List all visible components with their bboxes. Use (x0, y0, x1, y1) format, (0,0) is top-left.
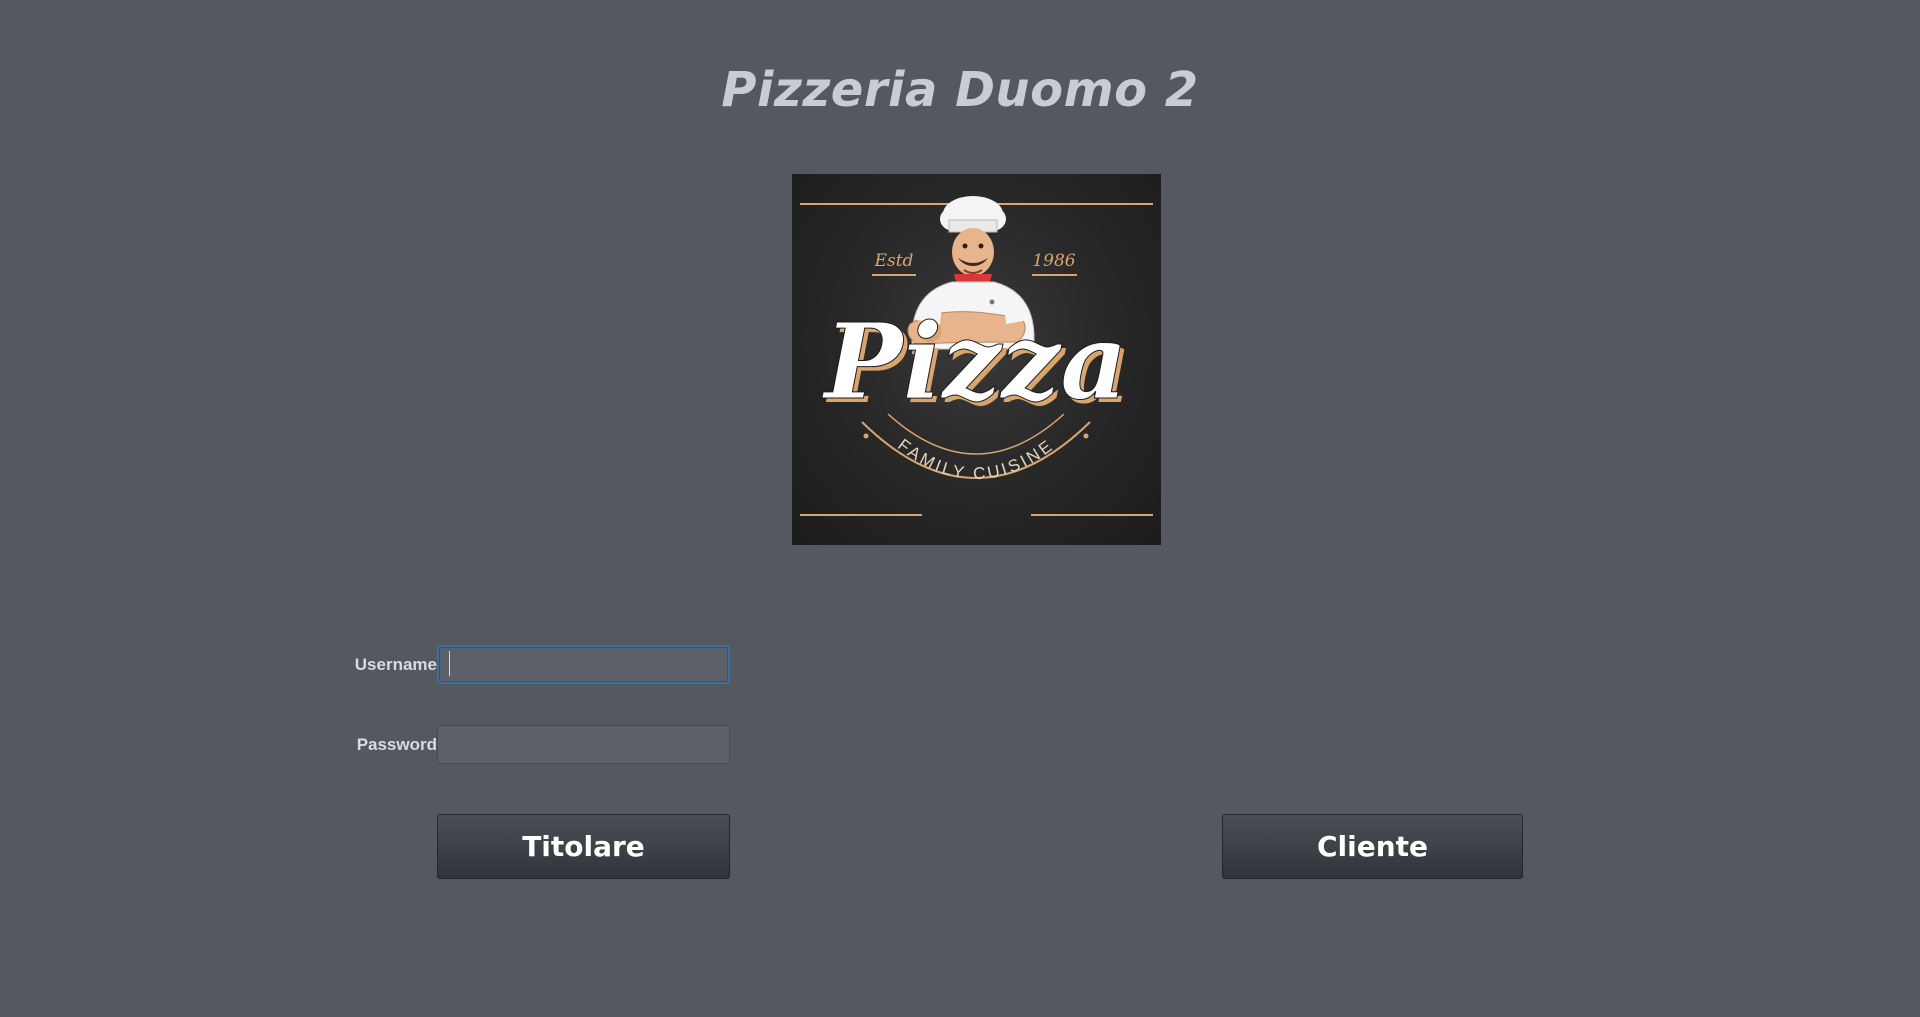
app-title: Pizzeria Duomo 2 (721, 62, 1199, 118)
cliente-button[interactable]: Cliente (1222, 814, 1523, 879)
logo-year-text: 1986 (1032, 251, 1075, 271)
password-input[interactable] (437, 725, 730, 764)
text-caret (449, 651, 450, 676)
chef-pizza-logo-icon: Estd 1986 Pizza Pizza FAMILY CUISINE (800, 196, 1153, 516)
logo-wordmark: Pizza (821, 300, 1127, 423)
login-window: Pizzeria Duomo 2 Estd 1986 Pizza Pizza F… (0, 0, 1920, 1017)
username-input[interactable] (437, 645, 730, 684)
logo-estd-text: Estd (874, 251, 914, 271)
password-label: Password (356, 735, 437, 754)
titolare-button[interactable]: Titolare (437, 814, 730, 879)
chef-pizza-logo-image: Estd 1986 Pizza Pizza FAMILY CUISINE (792, 174, 1161, 545)
logo-tagline: FAMILY CUISINE (894, 435, 1058, 483)
username-label: Username (354, 655, 437, 674)
